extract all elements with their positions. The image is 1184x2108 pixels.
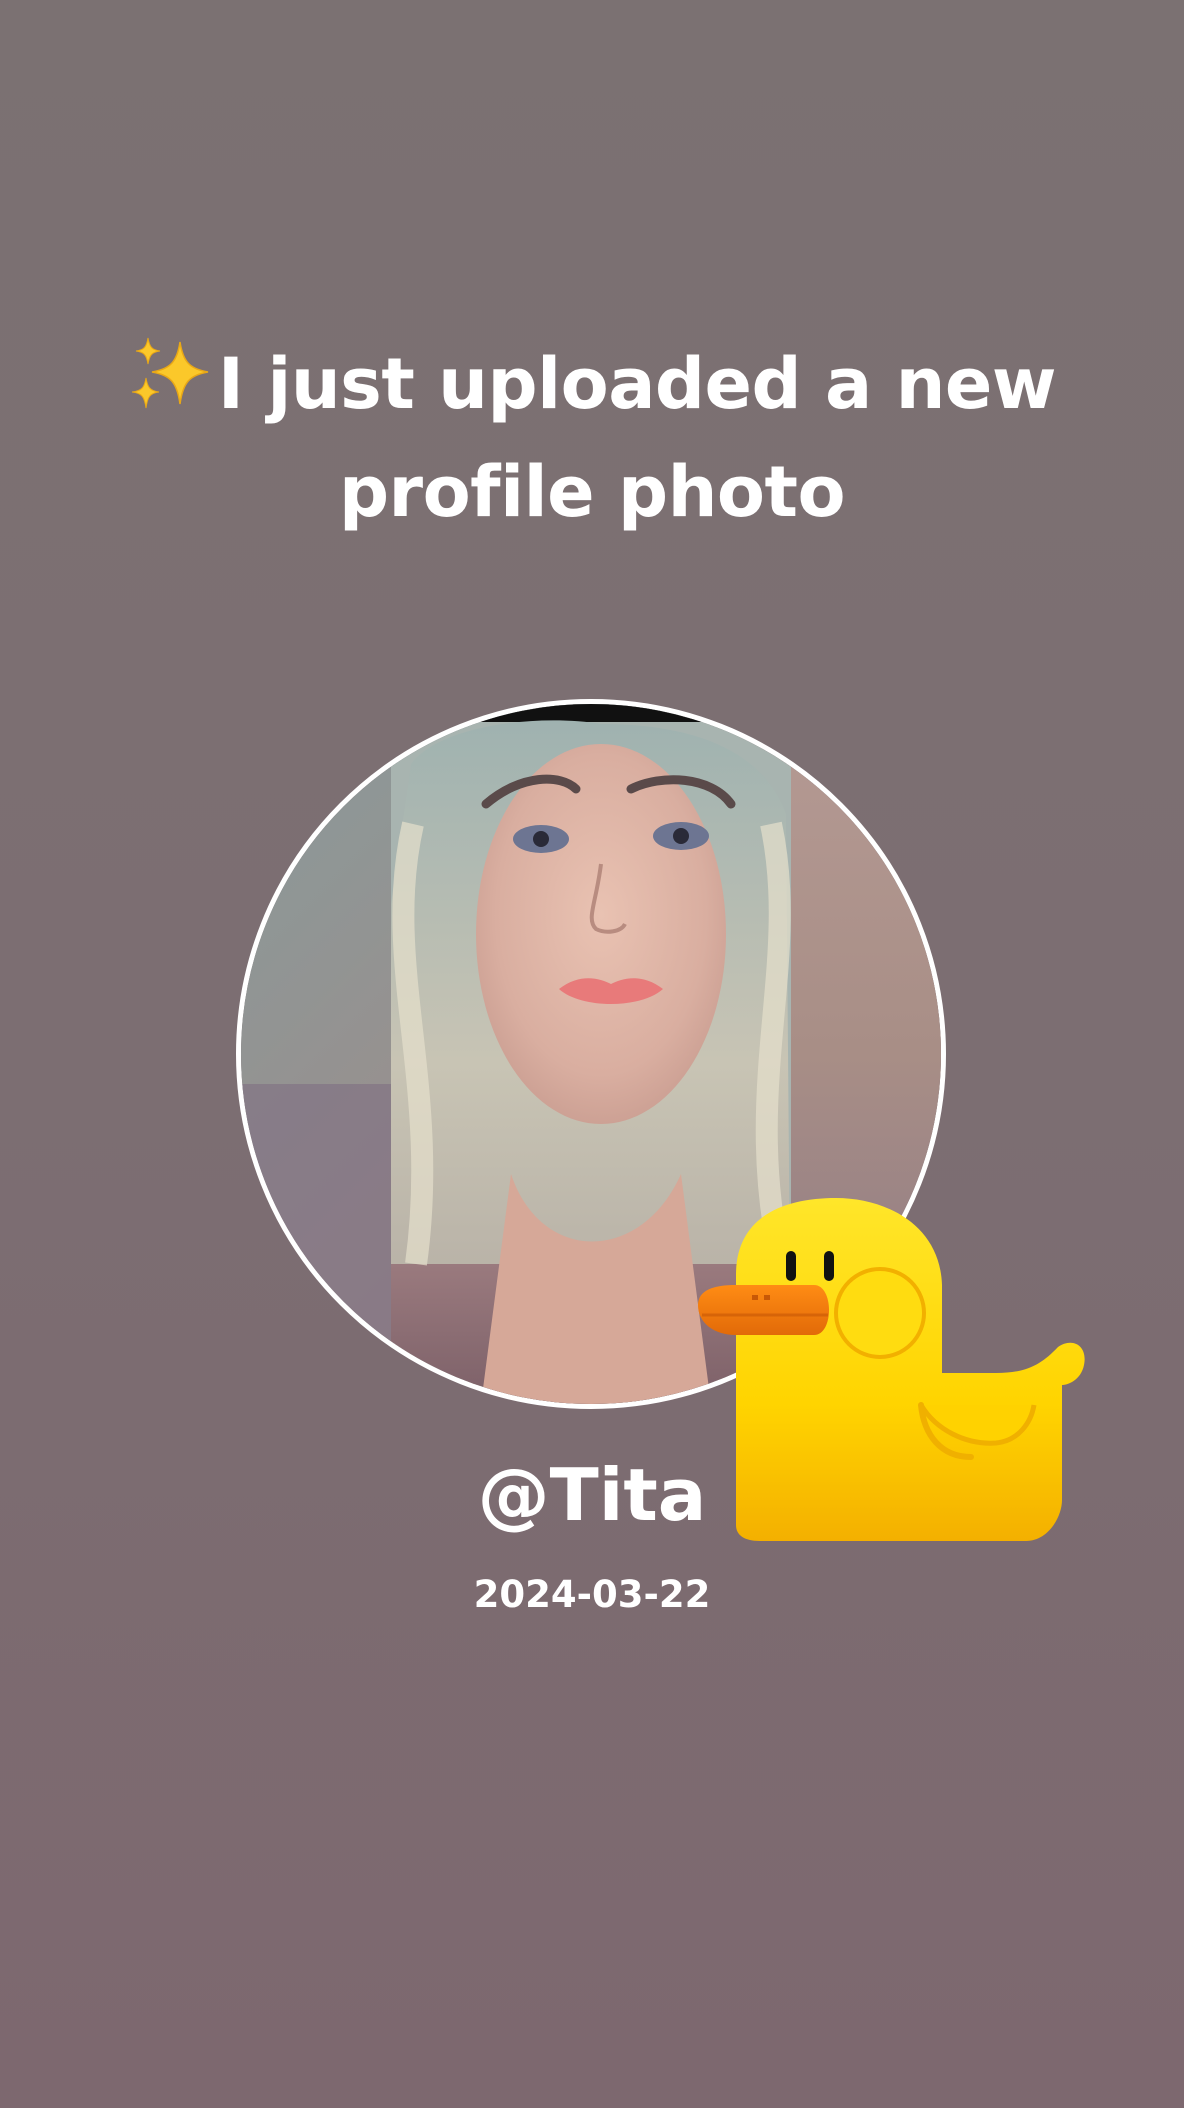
headline-line-2: profile photo <box>338 451 846 533</box>
yellow-duck-sticker <box>698 1198 1085 1541</box>
post-date: 2024-03-22 <box>473 1573 711 1616</box>
sparkles-icon <box>131 337 209 409</box>
headline: I just uploaded a new profile photo <box>92 330 1092 546</box>
headline-line-1: I just uploaded a new <box>217 343 1057 425</box>
